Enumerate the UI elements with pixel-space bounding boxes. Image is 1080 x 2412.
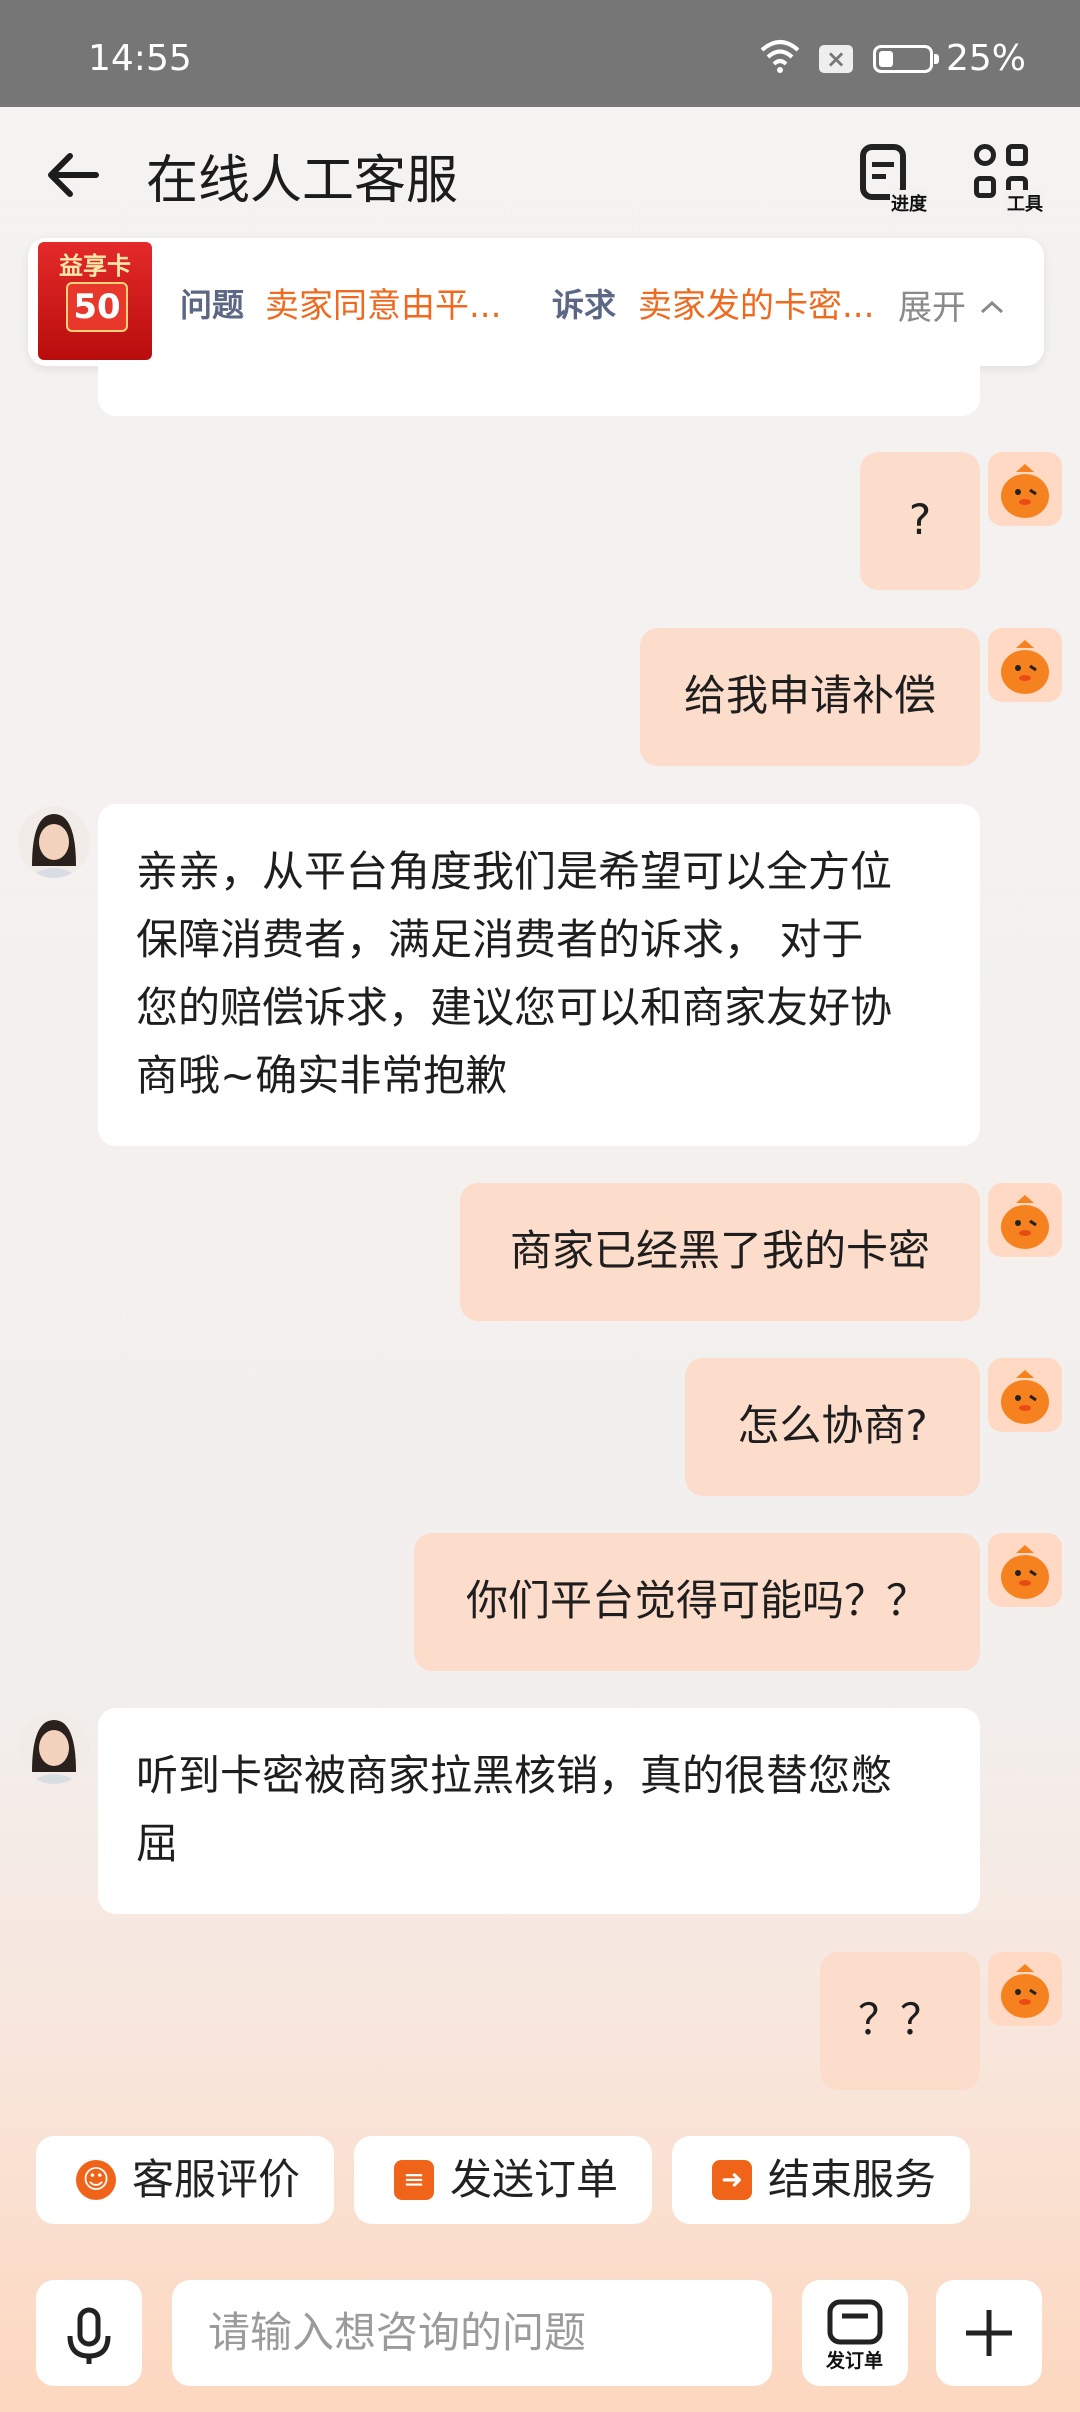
message-text: ? bbox=[908, 495, 932, 544]
user-avatar bbox=[988, 452, 1062, 526]
message-line: 商哦~确实非常抱歉 bbox=[136, 1051, 508, 1100]
message-input[interactable]: 请输入想咨询的问题 bbox=[172, 2280, 772, 2386]
status-time: 14:55 bbox=[88, 38, 192, 79]
send-order-shortcut-button[interactable]: 发订单 bbox=[802, 2280, 908, 2386]
tools-button[interactable]: 工具 bbox=[968, 140, 1044, 216]
expand-label: 展开 bbox=[898, 288, 966, 328]
user-avatar bbox=[988, 1952, 1062, 2026]
message-text: 怎么协商? bbox=[737, 1401, 928, 1450]
mascot-avatar-icon bbox=[1001, 1545, 1049, 1599]
agent-message-bubble: 听到卡密被商家拉黑核销，真的很替您憋 屈 bbox=[98, 1708, 980, 1914]
agent-portrait-icon bbox=[28, 814, 80, 878]
chevron-up-icon bbox=[980, 300, 1003, 314]
user-avatar bbox=[988, 628, 1062, 702]
agent-avatar bbox=[18, 1712, 90, 1784]
user-message-bubble: 怎么协商? bbox=[685, 1358, 980, 1496]
agent-message-bubble: 亲亲，从平台角度我们是希望可以全方位 保障消费者，满足消费者的诉求， 对于 您的… bbox=[98, 804, 980, 1146]
message-line: 听到卡密被商家拉黑核销，真的很替您憋 bbox=[136, 1751, 893, 1800]
exit-icon: ➜ bbox=[712, 2160, 752, 2200]
mascot-avatar-icon bbox=[1001, 1964, 1049, 2018]
tools-label: 工具 bbox=[1006, 190, 1044, 216]
order-shortcut-label: 发订单 bbox=[826, 2350, 884, 2372]
user-message-bubble: 你们平台觉得可能吗？？ bbox=[414, 1533, 980, 1671]
mascot-avatar-icon bbox=[1001, 1195, 1049, 1249]
plus-icon bbox=[966, 2310, 1012, 2356]
mascot-avatar-icon bbox=[1001, 464, 1049, 518]
progress-button[interactable]: 进度 bbox=[852, 140, 928, 216]
user-avatar bbox=[988, 1183, 1062, 1257]
message-line: 您的赔偿诉求，建议您可以和商家友好协 bbox=[136, 983, 893, 1032]
user-message-bubble: 给我申请补偿 bbox=[640, 628, 980, 766]
mascot-avatar-icon bbox=[1001, 1370, 1049, 1424]
status-bar: 14:55 × 25% bbox=[0, 0, 1080, 107]
page-title: 在线人工客服 bbox=[146, 151, 459, 211]
message-text: 商家已经黑了我的卡密 bbox=[509, 1226, 930, 1275]
message-line: 屈 bbox=[136, 1819, 179, 1868]
microphone-icon bbox=[67, 2307, 111, 2364]
message-text: ？？ bbox=[857, 1995, 942, 2044]
previous-message-bubble bbox=[98, 360, 980, 416]
agent-portrait-icon bbox=[28, 1720, 80, 1784]
product-card-thumbnail: 益享卡 50 bbox=[38, 242, 152, 360]
agent-avatar bbox=[18, 806, 90, 878]
voice-input-button[interactable] bbox=[36, 2280, 142, 2386]
claim-label: 诉求 bbox=[552, 286, 617, 324]
mascot-avatar-icon bbox=[1001, 640, 1049, 694]
notification-x-icon: × bbox=[819, 45, 853, 73]
clipboard-icon: ≡ bbox=[394, 2160, 434, 2200]
message-line: 保障消费者，满足消费者的诉求， 对于 bbox=[136, 915, 864, 964]
expand-toggle[interactable]: 展开 bbox=[898, 280, 1007, 329]
claim-value: 卖家发的卡密... bbox=[638, 286, 875, 326]
send-order-button[interactable]: ≡ 发送订单 bbox=[354, 2136, 652, 2224]
back-arrow-icon[interactable] bbox=[40, 140, 110, 210]
message-text: 给我申请补偿 bbox=[683, 671, 936, 720]
issue-value: 卖家同意由平... bbox=[265, 286, 502, 326]
battery-percent: 25% bbox=[946, 38, 1027, 79]
battery-icon bbox=[873, 45, 939, 73]
end-service-button[interactable]: ➜ 结束服务 bbox=[672, 2136, 970, 2224]
message-text: 你们平台觉得可能吗？？ bbox=[465, 1576, 928, 1625]
user-avatar bbox=[988, 1358, 1062, 1432]
issue-label: 问题 bbox=[180, 286, 245, 324]
wifi-icon bbox=[760, 40, 800, 73]
user-avatar bbox=[988, 1533, 1062, 1607]
rate-service-button[interactable]: ☺ 客服评价 bbox=[36, 2136, 334, 2224]
user-message-bubble: 商家已经黑了我的卡密 bbox=[460, 1183, 980, 1321]
message-line: 亲亲，从平台角度我们是希望可以全方位 bbox=[136, 847, 893, 896]
more-options-button[interactable] bbox=[936, 2280, 1042, 2386]
smile-icon: ☺ bbox=[76, 2160, 116, 2200]
user-message-bubble: ? bbox=[860, 452, 980, 590]
progress-label: 进度 bbox=[890, 190, 928, 216]
user-message-bubble: ？？ bbox=[820, 1952, 980, 2090]
